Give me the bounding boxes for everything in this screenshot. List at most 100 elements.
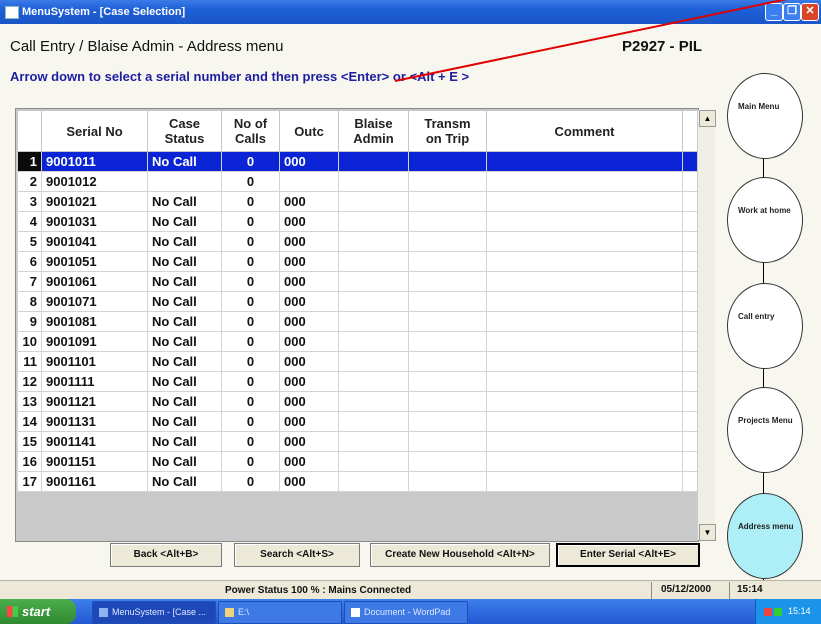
start-button[interactable]: start — [0, 599, 76, 624]
row-number-cell[interactable]: 9 — [17, 311, 42, 332]
blaise-admin-cell[interactable] — [338, 231, 409, 252]
comment-cell[interactable] — [486, 471, 683, 492]
comment-cell[interactable] — [486, 191, 683, 212]
no-of-calls-cell[interactable]: 0 — [221, 451, 280, 472]
transmission-cell[interactable] — [408, 191, 487, 212]
blaise-admin-cell[interactable] — [338, 351, 409, 372]
window-titlebar[interactable]: MenuSystem - [Case Selection] _ ❐ ✕ — [0, 0, 821, 24]
row-number-cell[interactable]: 6 — [17, 251, 42, 272]
no-of-calls-header[interactable]: No of Calls — [221, 110, 280, 152]
table-row[interactable]: 14 9001131 No Call 0 000 — [17, 411, 700, 432]
transmission-cell[interactable] — [408, 411, 487, 432]
comment-cell[interactable] — [486, 351, 683, 372]
row-number-cell[interactable]: 5 — [17, 231, 42, 252]
comment-cell[interactable] — [486, 231, 683, 252]
transmission-cell[interactable] — [408, 291, 487, 312]
serial-no-cell[interactable]: 9001051 — [41, 251, 148, 272]
table-row[interactable]: 4 9001031 No Call 0 000 — [17, 211, 700, 232]
comment-cell[interactable] — [486, 251, 683, 272]
table-row[interactable]: 2 9001012 0 — [17, 171, 700, 192]
case-status-cell[interactable]: No Call — [147, 211, 222, 232]
serial-no-header[interactable]: Serial No — [41, 110, 148, 152]
case-status-cell[interactable] — [147, 171, 222, 192]
no-of-calls-cell[interactable]: 0 — [221, 171, 280, 192]
vertical-scrollbar[interactable]: ▲ ▼ — [697, 110, 716, 541]
comment-cell[interactable] — [486, 211, 683, 232]
serial-no-cell[interactable]: 9001071 — [41, 291, 148, 312]
serial-no-cell[interactable]: 9001011 — [41, 151, 148, 172]
outc-cell[interactable]: 000 — [279, 271, 339, 292]
tray-network-icon[interactable] — [774, 607, 782, 616]
comment-cell[interactable] — [486, 291, 683, 312]
table-row[interactable]: 9 9001081 No Call 0 000 — [17, 311, 700, 332]
table-row[interactable]: 5 9001041 No Call 0 000 — [17, 231, 700, 252]
no-of-calls-cell[interactable]: 0 — [221, 151, 280, 172]
blaise-admin-cell[interactable] — [338, 331, 409, 352]
outc-header[interactable]: Outc — [279, 110, 339, 152]
transmission-cell[interactable] — [408, 251, 487, 272]
comment-cell[interactable] — [486, 331, 683, 352]
table-row[interactable]: 8 9001071 No Call 0 000 — [17, 291, 700, 312]
no-of-calls-cell[interactable]: 0 — [221, 251, 280, 272]
case-status-cell[interactable]: No Call — [147, 371, 222, 392]
row-number-cell[interactable]: 10 — [17, 331, 42, 352]
table-row[interactable]: 3 9001021 No Call 0 000 — [17, 191, 700, 212]
case-table[interactable]: Serial No Case Status No of Calls Outc Bla… — [17, 110, 700, 530]
transmission-cell[interactable] — [408, 211, 487, 232]
serial-no-cell[interactable]: 9001121 — [41, 391, 148, 412]
blaise-admin-cell[interactable] — [338, 271, 409, 292]
case-status-cell[interactable]: No Call — [147, 411, 222, 432]
outc-cell[interactable]: 000 — [279, 371, 339, 392]
case-status-cell[interactable]: No Call — [147, 451, 222, 472]
serial-no-cell[interactable]: 9001141 — [41, 431, 148, 452]
table-row[interactable]: 7 9001061 No Call 0 000 — [17, 271, 700, 292]
outc-cell[interactable] — [279, 171, 339, 192]
comment-cell[interactable] — [486, 271, 683, 292]
transmission-cell[interactable] — [408, 271, 487, 292]
taskbar-item-wordpad[interactable]: Document - WordPad — [344, 601, 468, 624]
outc-cell[interactable]: 000 — [279, 151, 339, 172]
serial-no-cell[interactable]: 9001161 — [41, 471, 148, 492]
blaise-admin-cell[interactable] — [338, 191, 409, 212]
case-status-cell[interactable]: No Call — [147, 191, 222, 212]
outc-cell[interactable]: 000 — [279, 451, 339, 472]
transmission-cell[interactable] — [408, 431, 487, 452]
serial-no-cell[interactable]: 9001081 — [41, 311, 148, 332]
transmission-cell[interactable] — [408, 351, 487, 372]
no-of-calls-cell[interactable]: 0 — [221, 351, 280, 372]
serial-no-cell[interactable]: 9001021 — [41, 191, 148, 212]
outc-cell[interactable]: 000 — [279, 391, 339, 412]
create-new-household-button[interactable]: Create New Household <Alt+N> — [370, 543, 550, 567]
blaise-admin-cell[interactable] — [338, 311, 409, 332]
blaise-admin-cell[interactable] — [338, 411, 409, 432]
restore-icon[interactable]: ❐ — [783, 3, 801, 21]
row-number-cell[interactable]: 17 — [17, 471, 42, 492]
close-icon[interactable]: ✕ — [801, 3, 819, 21]
comment-header[interactable]: Comment — [486, 110, 683, 152]
table-row[interactable]: 16 9001151 No Call 0 000 — [17, 451, 700, 472]
serial-no-cell[interactable]: 9001111 — [41, 371, 148, 392]
table-row[interactable]: 13 9001121 No Call 0 000 — [17, 391, 700, 412]
row-number-cell[interactable]: 1 — [17, 151, 42, 172]
transmission-cell[interactable] — [408, 151, 487, 172]
table-row[interactable]: 17 9001161 No Call 0 000 — [17, 471, 700, 492]
serial-no-cell[interactable]: 9001131 — [41, 411, 148, 432]
blaise-admin-cell[interactable] — [338, 171, 409, 192]
row-number-cell[interactable]: 12 — [17, 371, 42, 392]
back-button[interactable]: Back <Alt+B> — [110, 543, 222, 567]
case-status-cell[interactable]: No Call — [147, 291, 222, 312]
row-number-cell[interactable]: 11 — [17, 351, 42, 372]
comment-cell[interactable] — [486, 391, 683, 412]
no-of-calls-cell[interactable]: 0 — [221, 191, 280, 212]
row-number-cell[interactable]: 14 — [17, 411, 42, 432]
case-status-header[interactable]: Case Status — [147, 110, 222, 152]
blaise-admin-header[interactable]: Blaise Admin — [338, 110, 409, 152]
comment-cell[interactable] — [486, 431, 683, 452]
no-of-calls-cell[interactable]: 0 — [221, 411, 280, 432]
transmission-on-trip-header[interactable]: Transm on Trip — [408, 110, 487, 152]
table-row[interactable]: 6 9001051 No Call 0 000 — [17, 251, 700, 272]
case-status-cell[interactable]: No Call — [147, 151, 222, 172]
no-of-calls-cell[interactable]: 0 — [221, 471, 280, 492]
comment-cell[interactable] — [486, 411, 683, 432]
outc-cell[interactable]: 000 — [279, 231, 339, 252]
